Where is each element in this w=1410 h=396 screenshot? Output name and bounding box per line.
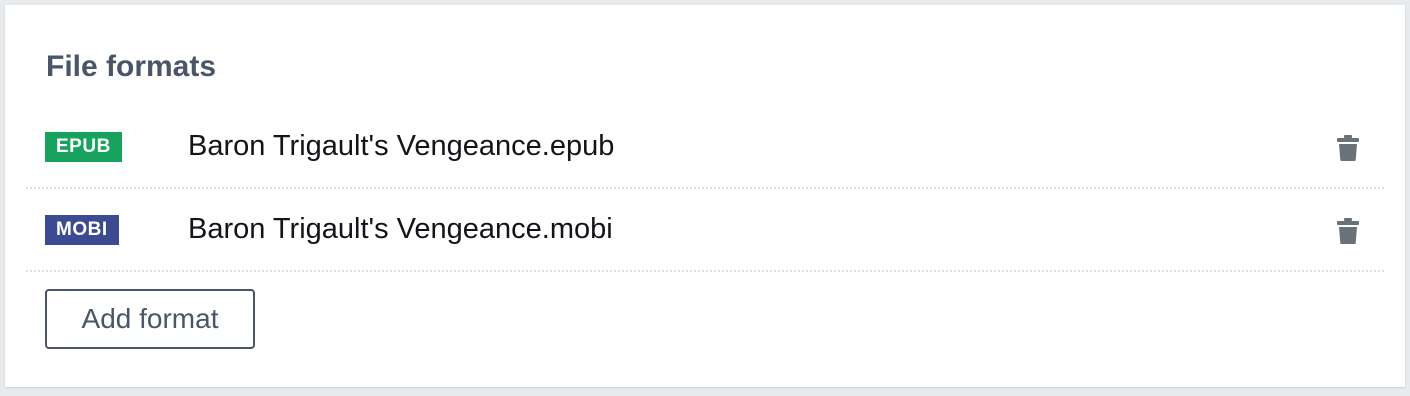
format-badge-epub: EPUB (45, 132, 122, 162)
section-title: File formats (46, 50, 217, 83)
format-row-mobi: MOBI Baron Trigault's Vengeance.mobi (26, 189, 1384, 272)
delete-format-button-epub[interactable] (1337, 135, 1359, 161)
format-list: EPUB Baron Trigault's Vengeance.epub MOB… (26, 107, 1384, 272)
format-badge-mobi: MOBI (45, 215, 119, 245)
format-row-epub: EPUB Baron Trigault's Vengeance.epub (26, 107, 1384, 189)
add-format-button[interactable]: Add format (45, 289, 255, 349)
trash-icon (1337, 135, 1359, 161)
file-name-epub: Baron Trigault's Vengeance.epub (188, 130, 615, 162)
trash-icon (1337, 218, 1359, 244)
file-formats-panel: File formats EPUB Baron Trigault's Venge… (5, 5, 1405, 387)
delete-format-button-mobi[interactable] (1337, 218, 1359, 244)
file-name-mobi: Baron Trigault's Vengeance.mobi (188, 213, 613, 245)
